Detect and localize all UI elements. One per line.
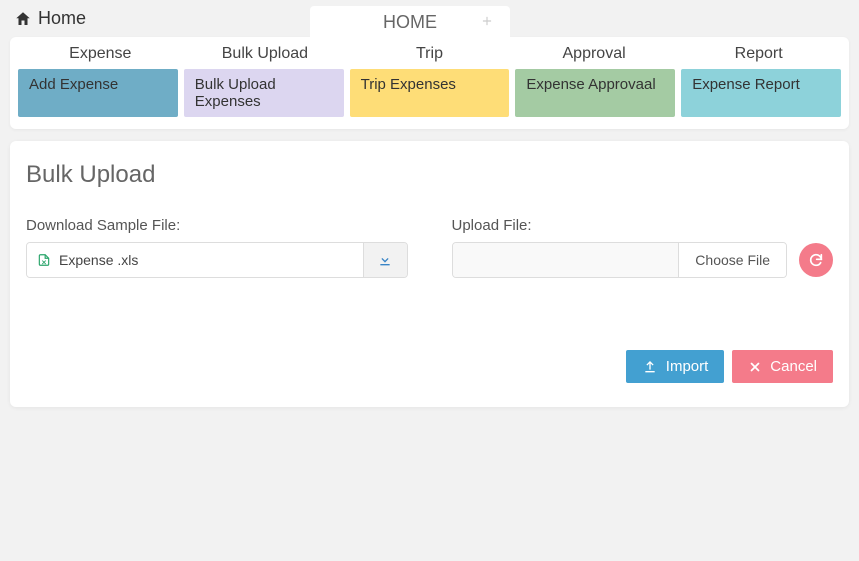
download-sample-button[interactable] bbox=[363, 243, 407, 277]
tab-home[interactable]: HOME bbox=[310, 6, 510, 39]
reset-upload-button[interactable] bbox=[799, 243, 833, 277]
bulk-upload-expenses-button[interactable]: Bulk Upload Expenses bbox=[184, 69, 344, 117]
expense-approval-button[interactable]: Expense Approvaal bbox=[515, 69, 675, 117]
page-title: Bulk Upload bbox=[26, 161, 833, 189]
upload-icon bbox=[642, 359, 658, 375]
category-bulk-upload[interactable]: Bulk Upload bbox=[183, 41, 348, 67]
download-icon bbox=[377, 252, 393, 268]
choose-file-label: Choose File bbox=[695, 252, 770, 268]
sample-file-display: Expense .xls bbox=[27, 243, 363, 277]
xls-file-icon bbox=[37, 252, 51, 268]
bulk-upload-expenses-label: Bulk Upload Expenses bbox=[195, 76, 276, 110]
sample-file-group: Expense .xls bbox=[26, 242, 408, 278]
category-expense[interactable]: Expense bbox=[18, 41, 183, 67]
tab-home-label: HOME bbox=[383, 12, 437, 32]
import-button[interactable]: Import bbox=[626, 350, 725, 383]
category-report[interactable]: Report bbox=[676, 41, 841, 67]
add-expense-button[interactable]: Add Expense bbox=[18, 69, 178, 117]
home-icon bbox=[14, 10, 32, 28]
tab-add-button[interactable] bbox=[470, 10, 504, 32]
cancel-button[interactable]: Cancel bbox=[732, 350, 833, 383]
expense-report-label: Expense Report bbox=[692, 76, 800, 93]
expense-approval-label: Expense Approvaal bbox=[526, 76, 655, 93]
category-report-label: Report bbox=[735, 45, 783, 62]
import-label: Import bbox=[666, 358, 709, 375]
breadcrumb-home[interactable]: Home bbox=[14, 8, 86, 29]
upload-file-label: Upload File: bbox=[452, 217, 834, 234]
reset-icon bbox=[808, 252, 824, 268]
category-trip-label: Trip bbox=[416, 45, 443, 62]
expense-report-button[interactable]: Expense Report bbox=[681, 69, 841, 117]
download-sample-label: Download Sample File: bbox=[26, 217, 408, 234]
breadcrumb-home-label: Home bbox=[38, 8, 86, 29]
close-icon bbox=[748, 360, 762, 374]
choose-file-button[interactable]: Choose File bbox=[678, 243, 786, 277]
category-approval-label: Approval bbox=[563, 45, 626, 62]
upload-file-input[interactable] bbox=[453, 243, 679, 277]
category-approval[interactable]: Approval bbox=[512, 41, 677, 67]
cancel-label: Cancel bbox=[770, 358, 817, 375]
category-expense-label: Expense bbox=[69, 45, 131, 62]
sample-file-name: Expense .xls bbox=[59, 252, 138, 268]
trip-expenses-label: Trip Expenses bbox=[361, 76, 456, 93]
trip-expenses-button[interactable]: Trip Expenses bbox=[350, 69, 510, 117]
category-trip[interactable]: Trip bbox=[347, 41, 512, 67]
category-bulk-upload-label: Bulk Upload bbox=[222, 45, 308, 62]
add-expense-label: Add Expense bbox=[29, 76, 118, 93]
